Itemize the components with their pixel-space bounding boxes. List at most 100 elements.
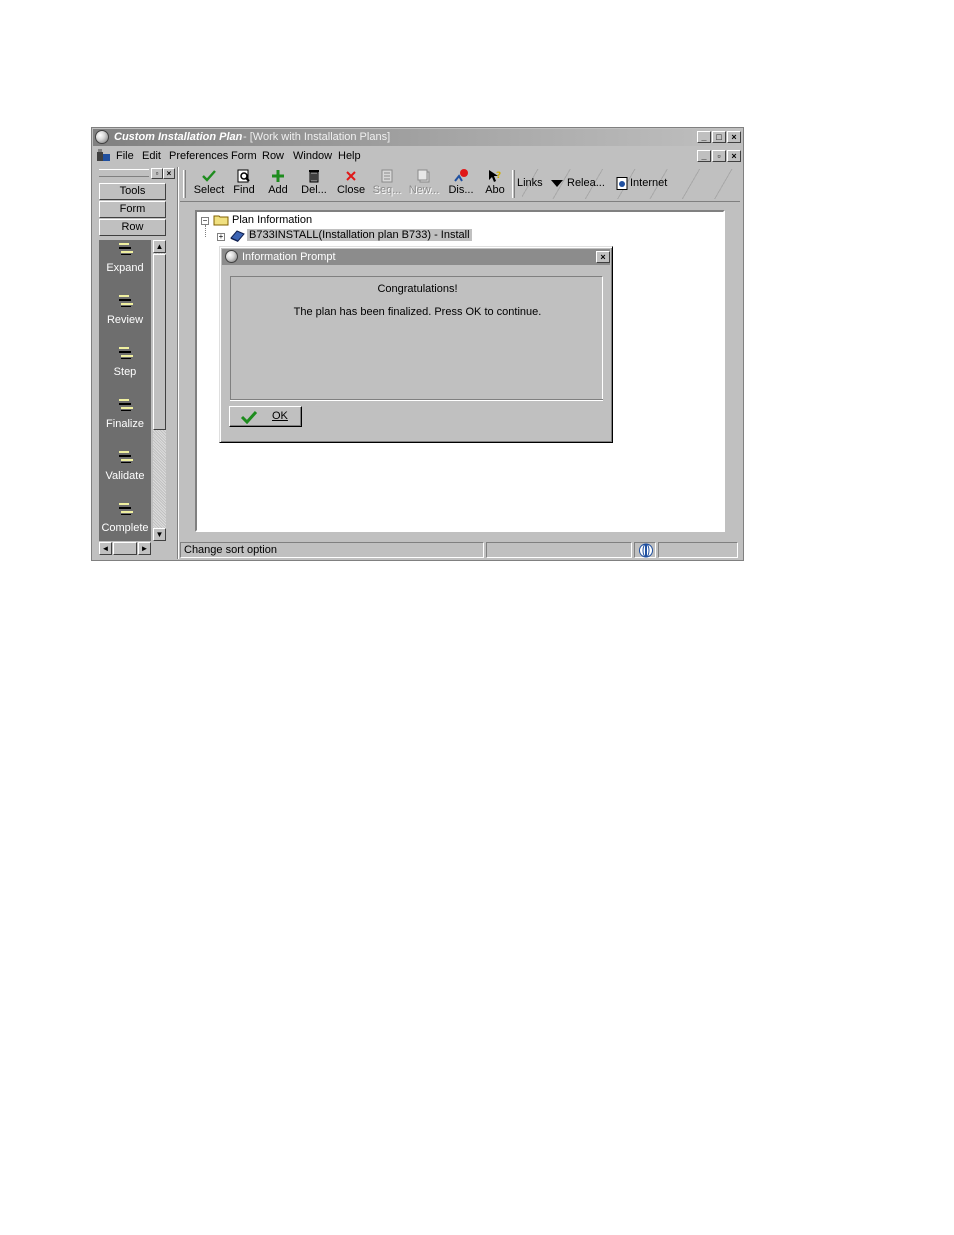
plus-icon (272, 170, 284, 182)
tab-row[interactable]: Row (99, 219, 166, 236)
checkmark-icon (240, 410, 258, 424)
maximize-button[interactable]: □ (712, 131, 726, 143)
exit-label: Complete (101, 522, 149, 534)
menu-preferences[interactable]: Preferences (169, 150, 228, 162)
dialog-title: Information Prompt (242, 251, 336, 263)
internet-link[interactable]: Internet (630, 177, 667, 189)
row-exit-icon (119, 347, 133, 359)
collapse-toggle[interactable]: − (201, 217, 209, 225)
status-pane-3 (634, 542, 656, 558)
toolbar: Select Find Add Del... Close Seq... New.… (180, 167, 740, 202)
dialog-message: The plan has been finalized. Press OK to… (293, 306, 542, 318)
row-exit-icon (119, 503, 133, 515)
panel-splitter[interactable] (177, 167, 179, 559)
mdi-restore-button[interactable]: ▫ (712, 150, 726, 162)
menu-row[interactable]: Row (262, 150, 284, 162)
exit-panel: ▫ × Tools Form Row Expand Review Step Fi… (97, 167, 175, 556)
row-exit-icon (119, 451, 133, 463)
dropdown-arrow-icon[interactable] (551, 180, 563, 188)
menu-form[interactable]: Form (231, 150, 257, 162)
minimize-button[interactable]: _ (697, 131, 711, 143)
delete-button[interactable]: Del... (300, 169, 328, 199)
app-menu-icon[interactable] (96, 149, 111, 162)
exit-review[interactable]: Review (99, 294, 151, 346)
dialog-title-bar[interactable]: Information Prompt × (222, 249, 610, 265)
menu-window[interactable]: Window (293, 150, 332, 162)
exit-validate[interactable]: Validate (99, 450, 151, 502)
exit-finalize[interactable]: Finalize (99, 398, 151, 450)
status-pane-4 (658, 542, 738, 558)
exit-label: Review (106, 314, 144, 326)
scroll-up-arrow-icon[interactable]: ▲ (153, 240, 166, 253)
panel-close-button[interactable]: × (163, 168, 175, 179)
ok-button[interactable]: OK (229, 406, 302, 427)
release-link[interactable]: Relea... (567, 177, 605, 189)
exit-horizontal-scrollbar[interactable]: ◄ ► (99, 542, 151, 555)
find-magnifier-icon (237, 169, 250, 183)
menu-file[interactable]: File (116, 150, 134, 162)
status-text: Change sort option (180, 542, 484, 558)
scroll-left-arrow-icon[interactable]: ◄ (99, 542, 112, 555)
tab-form[interactable]: Form (99, 201, 166, 218)
toolbar-grip[interactable] (183, 170, 186, 198)
display-button[interactable]: Dis... (446, 169, 476, 199)
globe-icon[interactable] (95, 130, 109, 144)
folder-icon (213, 215, 229, 226)
menu-help[interactable]: Help (338, 150, 361, 162)
exit-expand[interactable]: Expand (99, 242, 151, 294)
about-button[interactable]: ? Abo (482, 169, 508, 199)
select-button[interactable]: Select (192, 169, 226, 199)
sequence-icon (381, 169, 393, 183)
trash-can-icon (309, 170, 319, 183)
status-bar: Change sort option (180, 541, 740, 559)
scroll-thumb[interactable] (153, 254, 166, 430)
close-window-button[interactable]: × (727, 131, 741, 143)
red-x-icon (346, 171, 356, 181)
row-exit-bar: Expand Review Step Finalize Validate Com… (99, 240, 151, 541)
globe-icon (639, 543, 653, 558)
row-exit-icon (119, 243, 133, 255)
exit-label: Finalize (106, 418, 144, 430)
exit-vertical-scrollbar[interactable]: ▲ ▼ (153, 240, 166, 541)
menu-bar: File Edit Preferences Form Row Window He… (93, 147, 742, 165)
find-button[interactable]: Find (230, 169, 258, 199)
plan-icon (230, 230, 245, 242)
internet-page-icon (616, 177, 628, 190)
panel-float-button[interactable]: ▫ (151, 168, 163, 179)
menu-edit[interactable]: Edit (142, 150, 161, 162)
ok-label: OK (272, 410, 288, 422)
dialog-close-button[interactable]: × (596, 251, 610, 263)
panel-grip[interactable] (99, 169, 149, 177)
exit-label: Step (113, 366, 137, 378)
close-button[interactable]: Close (334, 169, 368, 199)
scroll-down-arrow-icon[interactable]: ▼ (153, 528, 166, 541)
tree-child-label[interactable]: B733INSTALL(Installation plan B733) - In… (247, 229, 472, 241)
information-prompt-dialog: Information Prompt × Congratulations! Th… (219, 246, 613, 443)
window-title-form: - [Work with Installation Plans] (243, 131, 391, 143)
dialog-message-frame: Congratulations! The plan has been final… (230, 276, 603, 400)
links-button[interactable]: Links (517, 177, 543, 189)
title-bar[interactable]: Custom Installation Plan - [Work with In… (93, 129, 742, 146)
exit-step[interactable]: Step (99, 346, 151, 398)
exit-label: Validate (105, 470, 145, 482)
expand-toggle[interactable]: + (217, 233, 225, 241)
window-title-app: Custom Installation Plan (114, 131, 243, 143)
display-icon (454, 169, 468, 182)
row-exit-icon (119, 295, 133, 307)
help-pointer-icon: ? (489, 170, 501, 182)
status-pane-2 (486, 542, 632, 558)
scroll-right-arrow-icon[interactable]: ► (138, 542, 151, 555)
exit-label: Expand (106, 262, 144, 274)
dialog-separator (230, 399, 603, 401)
mdi-close-button[interactable]: × (727, 150, 741, 162)
new-button[interactable]: New... (408, 169, 440, 199)
tree-root-label[interactable]: Plan Information (232, 214, 312, 226)
add-button[interactable]: Add (266, 169, 290, 199)
sequence-button[interactable]: Seq... (372, 169, 402, 199)
mdi-minimize-button[interactable]: _ (697, 150, 711, 162)
checkmark-icon (202, 170, 216, 182)
new-document-icon (417, 169, 430, 183)
hscroll-thumb[interactable] (113, 542, 137, 555)
tab-tools[interactable]: Tools (99, 183, 166, 200)
svg-text:?: ? (496, 171, 501, 181)
